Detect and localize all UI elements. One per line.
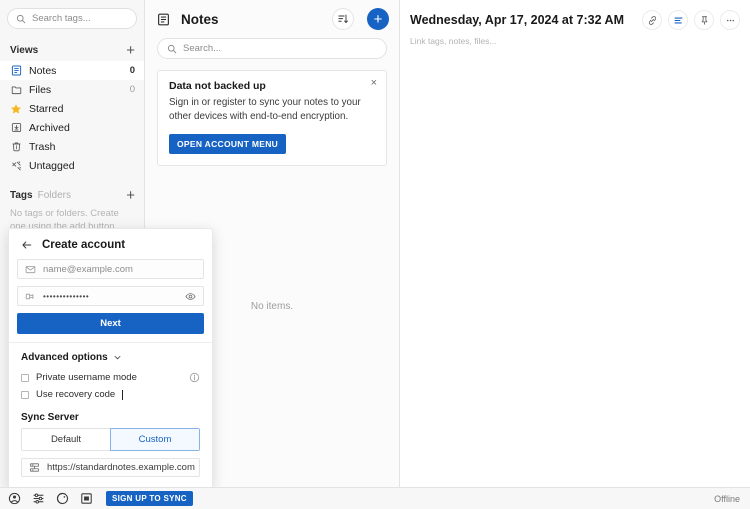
account-icon[interactable] [8,492,21,505]
private-username-mode-label: Private username mode [36,372,137,383]
sidebar-item-label: Archived [29,122,70,134]
more-options-icon[interactable] [720,10,740,30]
email-field[interactable]: name@example.com [17,259,204,279]
editor-header: Wednesday, Apr 17, 2024 at 7:32 AM [400,0,750,30]
sidebar-item-starred[interactable]: Starred [0,99,144,118]
folder-icon [10,84,22,96]
sidebar-item-label: Notes [29,65,56,77]
star-icon [10,103,22,115]
sync-server-default-option[interactable]: Default [21,428,110,451]
envelope-icon [25,264,36,275]
notes-icon [10,65,22,77]
notes-count: 0 [130,65,135,76]
window-icon[interactable] [80,492,93,505]
private-username-mode-row[interactable]: Private username mode [9,369,212,386]
status-bar: SIGN UP TO SYNC Offline [0,487,750,509]
advanced-options-toggle[interactable]: Advanced options [9,343,212,369]
editor-actions [642,10,740,30]
modal-title: Create account [42,239,125,251]
search-icon [16,14,26,24]
private-username-mode-checkbox[interactable] [21,374,29,382]
sidebar-item-label: Starred [29,103,63,115]
sync-server-custom-option[interactable]: Custom [110,428,200,451]
sync-server-url-value: https://standardnotes.example.com [47,462,195,473]
sync-server-url-field[interactable]: https://standardnotes.example.com [21,458,200,477]
modal-header: Create account [9,229,212,259]
advanced-options-label: Advanced options [21,352,108,363]
search-tags-placeholder: Search tags... [32,13,91,24]
use-recovery-code-row[interactable]: Use recovery code [9,386,212,403]
backup-warning-banner: × Data not backed up Sign in or register… [157,70,387,166]
sync-server-segmented-control: Default Custom [21,428,200,451]
connection-status: Offline [714,494,740,504]
untagged-icon [10,160,22,172]
notes-pane-title: Notes [181,12,219,27]
add-tag-button[interactable]: + [126,188,135,203]
close-icon[interactable]: × [371,78,377,89]
app-window: Search tags... Views + Notes 0 Files 0 [0,0,750,509]
add-view-button[interactable]: + [126,43,135,58]
email-value: name@example.com [43,264,133,275]
banner-title: Data not backed up [169,80,375,92]
password-field[interactable]: •••••••••••••• [17,286,204,306]
banner-text: Sign in or register to sync your notes t… [169,96,364,124]
create-account-modal: Create account name@example.com ••••••••… [8,228,213,489]
pin-icon[interactable] [694,10,714,30]
sign-up-to-sync-button[interactable]: SIGN UP TO SYNC [106,491,193,506]
search-tags-container: Search tags... [0,8,144,35]
trash-icon [10,141,22,153]
link-items-input[interactable]: Link tags, notes, files... [400,30,750,46]
link-icon[interactable] [642,10,662,30]
files-count: 0 [130,84,135,95]
preferences-icon[interactable] [32,492,45,505]
sidebar-item-untagged[interactable]: Untagged [0,156,144,175]
note-title[interactable]: Wednesday, Apr 17, 2024 at 7:32 AM [410,13,624,27]
use-recovery-code-label: Use recovery code [36,389,115,400]
sidebar-item-archived[interactable]: Archived [0,118,144,137]
open-account-menu-button[interactable]: OPEN ACCOUNT MENU [169,134,286,154]
password-value: •••••••••••••• [43,292,89,301]
sidebar-item-label: Trash [29,141,55,153]
notes-search-input[interactable]: Search... [157,38,387,59]
sidebar-item-files[interactable]: Files 0 [0,80,144,99]
tags-title: Tags [10,190,33,201]
archive-icon [10,122,22,134]
text-format-icon[interactable] [668,10,688,30]
folders-title[interactable]: Folders [38,190,71,201]
notes-pane-header: Notes + [145,0,399,34]
sidebar-item-notes[interactable]: Notes 0 [0,61,144,80]
notes-search-placeholder: Search... [183,43,221,54]
tags-section-header: Tags Folders + [0,184,144,206]
sidebar-item-label: Untagged [29,160,75,172]
sidebar-item-trash[interactable]: Trash [0,137,144,156]
use-recovery-code-checkbox[interactable] [21,391,29,399]
text-caret [122,390,123,400]
server-icon [29,462,40,473]
theme-icon[interactable] [56,492,69,505]
notes-list-icon [157,13,170,26]
sort-descending-icon[interactable] [332,8,354,30]
search-tags-input[interactable]: Search tags... [7,8,137,29]
create-note-button[interactable]: + [367,8,389,30]
back-arrow-icon[interactable] [21,239,33,251]
next-button[interactable]: Next [17,313,204,334]
info-icon[interactable] [189,372,200,383]
eye-icon[interactable] [185,291,196,302]
sync-server-label: Sync Server [9,403,212,428]
views-title: Views [10,45,38,56]
note-content-area[interactable] [400,46,750,487]
sidebar-item-label: Files [29,84,51,96]
password-key-icon [25,291,36,302]
modal-body: name@example.com •••••••••••••• Next [9,259,212,342]
search-icon [167,44,177,54]
chevron-down-icon [113,353,122,362]
link-placeholder: Link tags, notes, files... [410,36,496,46]
views-section-header: Views + [0,39,144,61]
note-editor-pane: Wednesday, Apr 17, 2024 at 7:32 AM [400,0,750,487]
